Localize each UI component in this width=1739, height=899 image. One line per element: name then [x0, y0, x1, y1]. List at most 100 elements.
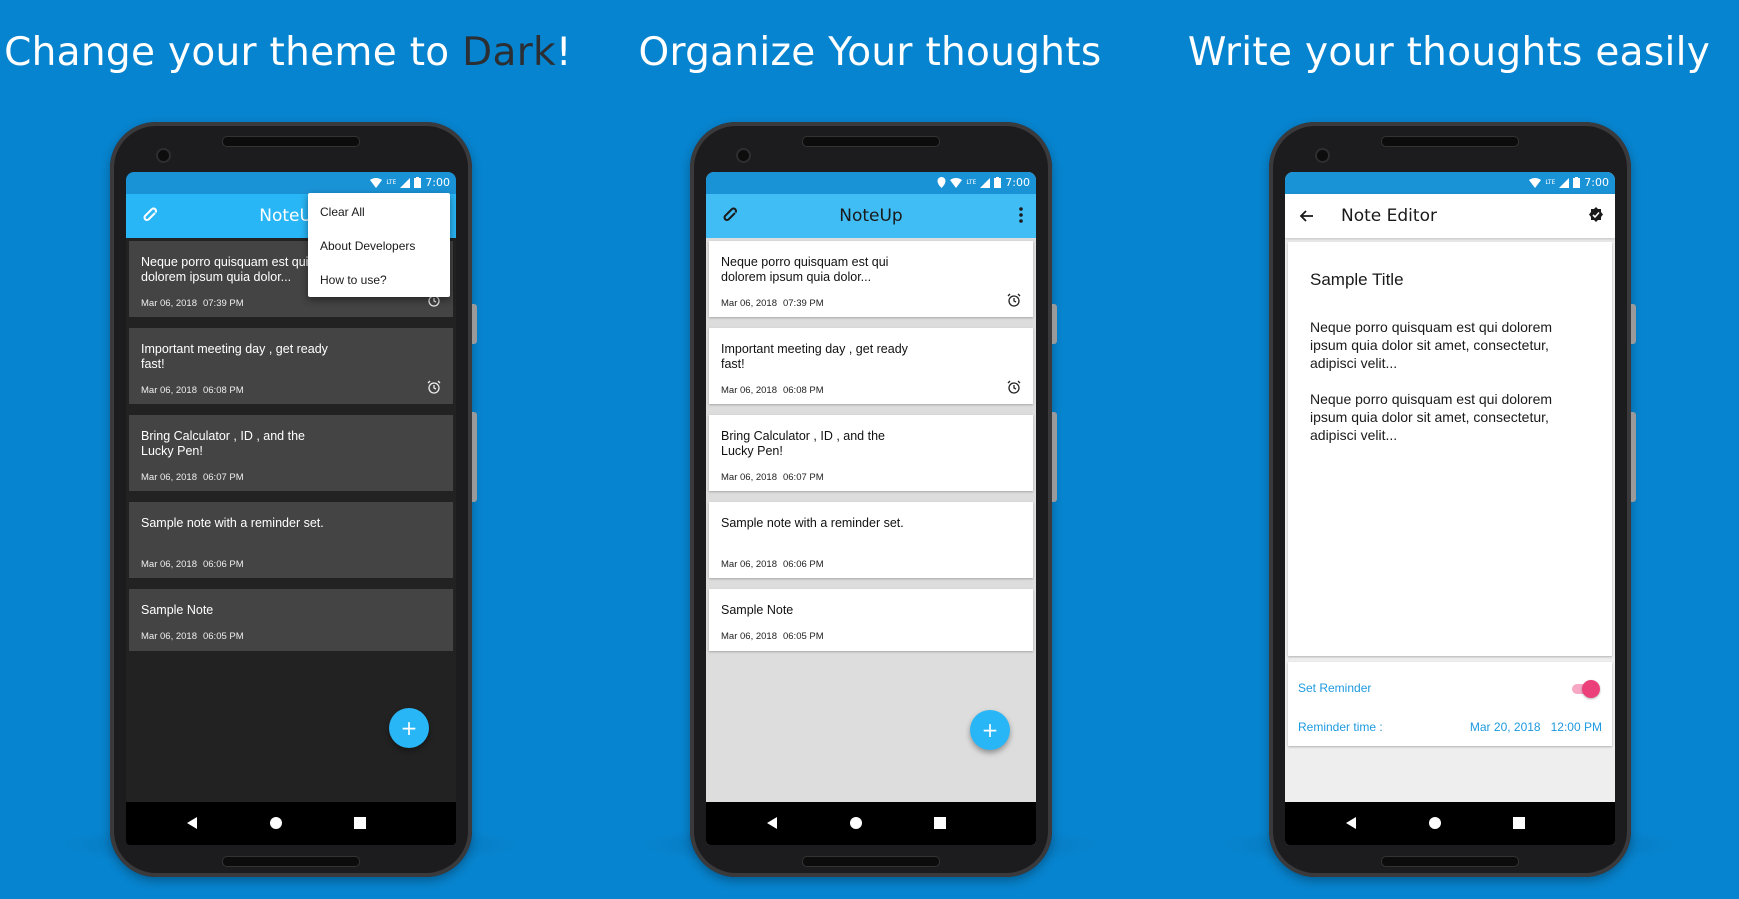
- note-body-paragraph[interactable]: Neque porro quisquam est qui dolorem ips…: [1310, 318, 1580, 372]
- status-time: 7:00: [1584, 176, 1609, 189]
- phone-frame: LTE 7:00 Note Editor Sample Title Neque …: [1269, 122, 1636, 877]
- battery-icon: [994, 177, 1002, 188]
- menu-item-about-developers[interactable]: About Developers: [320, 239, 415, 253]
- note-date-value: Mar 06, 2018: [721, 472, 777, 483]
- note-title-field[interactable]: Sample Title: [1310, 270, 1404, 290]
- status-time: 7:00: [425, 176, 450, 189]
- location-icon: [937, 177, 946, 188]
- panel-dark-theme: Change your theme to Dark! LTE 7:00 Note…: [0, 0, 580, 899]
- note-time-value: 06:07 PM: [202, 472, 244, 483]
- phone-screen: LTE 7:00 NoteUp Neque porro quisquam est…: [126, 172, 456, 845]
- panel-organize: Organize Your thoughts LTE 7:00 NoteUp N…: [580, 0, 1160, 899]
- note-date-value: Mar 06, 2018: [721, 298, 777, 309]
- note-card[interactable]: Neque porro quisquam est qui dolorem ips…: [709, 241, 1033, 317]
- power-button: [472, 304, 477, 344]
- note-time-value: 07:39 PM: [782, 298, 824, 309]
- note-date: Mar 06, 2018 06:06 PM: [141, 559, 250, 570]
- reminder-datetime[interactable]: Mar 20, 2018 12:00 PM: [1470, 720, 1602, 734]
- headline-suffix: !: [555, 30, 572, 75]
- system-nav-bar: [706, 802, 1036, 845]
- reminder-time-value: 12:00 PM: [1550, 720, 1602, 734]
- note-text: Neque porro quisquam est qui dolorem ips…: [721, 255, 889, 284]
- speaker-grille-bottom: [802, 856, 940, 867]
- overflow-menu: Clear All About Developers How to use?: [308, 193, 450, 297]
- note-date: Mar 06, 2018 06:08 PM: [721, 385, 830, 396]
- note-date-value: Mar 06, 2018: [141, 559, 197, 570]
- note-date-value: Mar 06, 2018: [141, 385, 197, 396]
- note-date-value: Mar 06, 2018: [721, 385, 777, 396]
- note-card[interactable]: Important meeting day , get ready fast! …: [129, 328, 453, 404]
- volume-button: [472, 412, 477, 502]
- phone-frame: LTE 7:00 NoteUp Neque porro quisquam est…: [690, 122, 1057, 877]
- system-nav-bar: [1285, 802, 1615, 845]
- signal-icon: [400, 177, 411, 188]
- note-card[interactable]: Bring Calculator , ID , and the Lucky Pe…: [129, 415, 453, 491]
- add-note-fab[interactable]: +: [970, 710, 1010, 750]
- alarm-icon: [1007, 293, 1021, 307]
- wifi-icon: [950, 177, 963, 188]
- add-note-fab[interactable]: +: [389, 708, 429, 748]
- note-date-value: Mar 06, 2018: [141, 631, 197, 642]
- back-nav-icon[interactable]: [766, 816, 778, 830]
- reminder-card: Set Reminder Reminder time : Mar 20, 201…: [1288, 662, 1612, 746]
- note-text: Sample note with a reminder set.: [141, 516, 324, 530]
- more-vert-icon[interactable]: [1018, 206, 1024, 224]
- home-nav-icon[interactable]: [849, 816, 863, 830]
- alarm-icon: [1007, 380, 1021, 394]
- note-date: Mar 06, 2018 06:05 PM: [141, 631, 250, 642]
- note-card[interactable]: Bring Calculator , ID , and the Lucky Pe…: [709, 415, 1033, 491]
- headline-dark: Change your theme to Dark!: [0, 30, 578, 75]
- signal-icon: [980, 177, 991, 188]
- front-camera: [1315, 148, 1330, 163]
- speaker-grille: [802, 136, 940, 147]
- note-date-value: Mar 06, 2018: [141, 472, 197, 483]
- home-nav-icon[interactable]: [269, 816, 283, 830]
- status-bar: LTE 7:00: [706, 172, 1036, 194]
- note-card[interactable]: Sample Note Mar 06, 2018 06:05 PM: [129, 589, 453, 651]
- reminder-time-label: Reminder time :: [1298, 720, 1383, 734]
- menu-item-clear-all[interactable]: Clear All: [320, 205, 365, 219]
- note-time-value: 06:07 PM: [782, 472, 824, 483]
- note-card[interactable]: Sample Note Mar 06, 2018 06:05 PM: [709, 589, 1033, 651]
- save-check-icon[interactable]: [1587, 206, 1605, 224]
- headline-editor: Write your thoughts easily: [1187, 30, 1711, 75]
- status-bar: LTE 7:00: [126, 172, 456, 194]
- back-arrow-icon[interactable]: [1299, 208, 1315, 224]
- menu-item-how-to-use[interactable]: How to use?: [320, 273, 387, 287]
- wifi-icon: [1529, 177, 1542, 188]
- battery-icon: [1573, 177, 1581, 188]
- phone-screen: LTE 7:00 NoteUp Neque porro quisquam est…: [706, 172, 1036, 845]
- note-text: Sample Note: [141, 603, 214, 617]
- note-text: Important meeting day , get ready fast!: [721, 342, 908, 371]
- note-time-value: 07:39 PM: [202, 298, 244, 309]
- front-camera: [156, 148, 171, 163]
- note-card[interactable]: Sample note with a reminder set. Mar 06,…: [709, 502, 1033, 578]
- power-button: [1631, 304, 1636, 344]
- headline-prefix: Change your theme to: [4, 30, 463, 75]
- reminder-date-value: Mar 20, 2018: [1469, 720, 1541, 734]
- recents-nav-icon[interactable]: [1513, 817, 1525, 829]
- headline-highlight: Dark: [462, 30, 556, 75]
- phone-screen: LTE 7:00 Note Editor Sample Title Neque …: [1285, 172, 1615, 845]
- back-nav-icon[interactable]: [1345, 816, 1357, 830]
- note-time-value: 06:08 PM: [202, 385, 244, 396]
- recents-nav-icon[interactable]: [354, 817, 366, 829]
- back-nav-icon[interactable]: [186, 816, 198, 830]
- recents-nav-icon[interactable]: [934, 817, 946, 829]
- panel-editor: Write your thoughts easily LTE 7:00 Note…: [1159, 0, 1739, 899]
- note-card[interactable]: Important meeting day , get ready fast! …: [709, 328, 1033, 404]
- speaker-grille: [222, 136, 360, 147]
- home-nav-icon[interactable]: [1428, 816, 1442, 830]
- editor-content: Sample Title Neque porro quisquam est qu…: [1285, 242, 1615, 786]
- editor-card[interactable]: Sample Title Neque porro quisquam est qu…: [1288, 242, 1612, 656]
- note-time-value: 06:08 PM: [782, 385, 824, 396]
- speaker-grille-bottom: [1381, 856, 1519, 867]
- note-text: Important meeting day , get ready fast!: [141, 342, 328, 371]
- note-text: Sample Note: [721, 603, 794, 617]
- reminder-toggle[interactable]: [1572, 680, 1600, 698]
- app-title: Note Editor: [1341, 206, 1437, 226]
- note-body-paragraph[interactable]: Neque porro quisquam est qui dolorem ips…: [1310, 390, 1580, 444]
- note-date: Mar 06, 2018 07:39 PM: [721, 298, 830, 309]
- note-card[interactable]: Sample note with a reminder set. Mar 06,…: [129, 502, 453, 578]
- status-time: 7:00: [1005, 176, 1030, 189]
